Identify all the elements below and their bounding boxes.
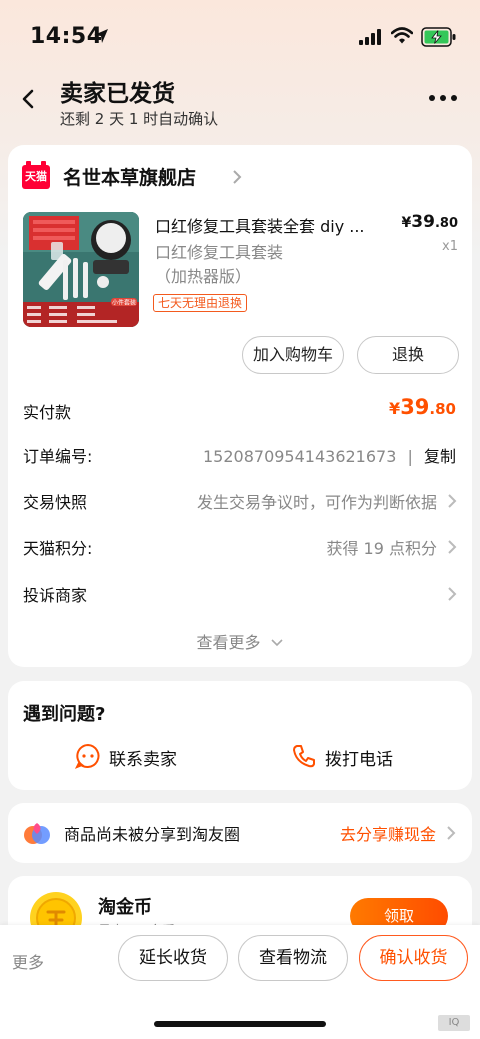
price-currency: ¥ — [401, 215, 412, 231]
chevron-right-icon — [448, 587, 457, 601]
tmall-logo-icon: 天猫 — [22, 161, 50, 189]
paid-integer: 39 — [400, 395, 430, 419]
call-phone-label: 拨打电话 — [325, 750, 393, 770]
chat-bubble-icon — [75, 743, 100, 769]
product-price: ¥39.80 — [402, 212, 458, 232]
see-more-button[interactable]: 查看更多 — [8, 629, 472, 653]
return-exchange-button[interactable]: 退换 — [357, 336, 459, 374]
copy-button[interactable]: 复制 — [424, 447, 456, 466]
snapshot-value: 发生交易争议时，可作为判断依据 — [196, 493, 437, 512]
page-title: 卖家已发货 — [60, 81, 175, 107]
chevron-right-icon — [447, 826, 456, 840]
chevron-right-icon — [448, 540, 457, 554]
help-title: 遇到问题? — [23, 704, 106, 725]
chevron-right-icon — [448, 494, 457, 508]
coin-title: 淘金币 — [98, 897, 152, 918]
snapshot-label: 交易快照 — [23, 493, 88, 512]
order-card: 天猫 名世本草旗舰店 小件套装 口红修复工具套装全套 diy ... 口红修复工… — [8, 145, 472, 667]
points-row[interactable]: 天猫积分: 获得 19 点积分 — [23, 535, 457, 559]
more-options-icon[interactable] — [428, 94, 458, 102]
battery-charging-icon — [421, 27, 456, 47]
chevron-down-icon — [270, 639, 283, 647]
home-indicator[interactable] — [154, 1021, 326, 1027]
more-actions-button[interactable]: 更多 — [12, 949, 44, 973]
return-policy-tag: 七天无理由退换 — [153, 294, 248, 312]
order-number-value: 1520870954143621673 — [202, 447, 397, 466]
product-quantity: x1 — [442, 239, 458, 254]
view-logistics-button[interactable]: 查看物流 — [238, 935, 348, 981]
sku-line-1: 口红修复工具套装 — [155, 243, 284, 262]
phone-icon — [293, 745, 315, 768]
contact-seller-label: 联系卖家 — [109, 750, 177, 770]
cellular-signal-icon — [359, 29, 381, 45]
extend-receipt-button[interactable]: 延长收货 — [118, 935, 228, 981]
nav-header: 卖家已发货 还剩 2 天 1 时自动确认 — [0, 70, 480, 132]
price-integer: 39 — [411, 212, 435, 232]
auto-confirm-countdown: 还剩 2 天 1 时自动确认 — [60, 110, 219, 128]
wifi-icon — [391, 27, 413, 44]
confirm-receipt-button[interactable]: 确认收货 — [359, 935, 468, 981]
order-separator: | — [407, 447, 413, 466]
paid-decimal: .80 — [429, 400, 456, 418]
paid-amount: ¥39.80 — [389, 395, 456, 419]
product-sku: 口红修复工具套装 （加热器版） — [155, 241, 375, 289]
back-arrow-icon[interactable] — [18, 88, 40, 110]
paid-label: 实付款 — [23, 403, 72, 422]
add-to-cart-button[interactable]: 加入购物车 — [242, 336, 344, 374]
watermark-logo: IQ — [438, 1015, 470, 1031]
points-value: 获得 19 点积分 — [326, 539, 437, 558]
status-bar: 14:54 — [0, 0, 480, 70]
sku-line-2: （加热器版） — [155, 267, 252, 286]
store-name[interactable]: 名世本草旗舰店 — [63, 163, 196, 190]
complain-label: 投诉商家 — [23, 586, 88, 605]
share-earn-cash-link[interactable]: 去分享赚现金 — [340, 821, 436, 845]
points-label: 天猫积分: — [23, 539, 93, 558]
product-thumbnail-graphic: 小件套装 — [23, 212, 139, 327]
paid-currency: ¥ — [389, 399, 401, 418]
status-time: 14:54 — [30, 24, 103, 49]
see-more-label: 查看更多 — [196, 633, 261, 652]
bottom-action-bar: 更多 延长收货 查看物流 确认收货 IQ — [0, 925, 480, 1039]
help-card: 遇到问题? 联系卖家 拨打电话 — [8, 681, 472, 790]
complain-row[interactable]: 投诉商家 — [23, 582, 457, 606]
share-card[interactable]: 商品尚未被分享到淘友圈 去分享赚现金 — [8, 803, 472, 863]
chevron-right-icon — [233, 170, 242, 184]
order-number-label: 订单编号: — [23, 447, 93, 466]
taoyouquan-logo-icon — [24, 823, 50, 844]
snapshot-row[interactable]: 交易快照 发生交易争议时，可作为判断依据 — [23, 489, 457, 513]
location-arrow-icon — [94, 29, 108, 43]
order-number: 1520870954143621673 | 复制 — [203, 443, 456, 467]
price-decimal: .80 — [434, 216, 458, 231]
product-title[interactable]: 口红修复工具套装全套 diy ... — [155, 213, 391, 237]
share-status-text: 商品尚未被分享到淘友圈 — [64, 825, 241, 844]
image-caption: 小件套装 — [112, 299, 136, 307]
product-image[interactable]: 小件套装 — [23, 212, 139, 327]
